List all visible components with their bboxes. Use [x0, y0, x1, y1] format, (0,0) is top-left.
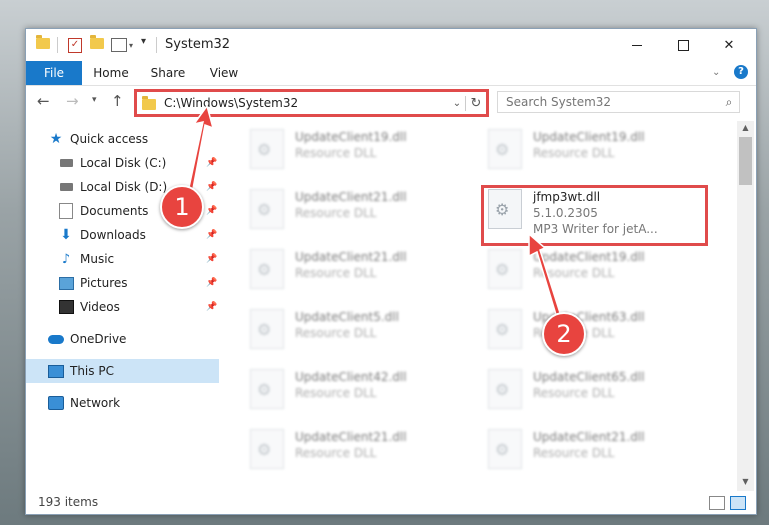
- sidebar-item-pictures[interactable]: Pictures 📌: [26, 271, 219, 295]
- file-highlight-box: [481, 185, 708, 246]
- drive-icon: [58, 179, 74, 195]
- sidebar-item-network[interactable]: Network: [26, 391, 219, 415]
- documents-icon: [58, 203, 74, 219]
- tiles-view-icon[interactable]: [730, 496, 746, 510]
- expand-ribbon-icon[interactable]: ⌄: [712, 67, 720, 78]
- sidebar-item-local-disk-c[interactable]: Local Disk (C:) 📌: [26, 151, 219, 175]
- list-item[interactable]: UpdateClient21.dllResource DLL: [250, 249, 460, 293]
- list-item[interactable]: UpdateClient5.dllResource DLL: [250, 309, 460, 353]
- sidebar-item-videos[interactable]: Videos 📌: [26, 295, 219, 319]
- dll-file-icon: [250, 189, 284, 229]
- refresh-icon[interactable]: ↻: [465, 95, 486, 111]
- dll-file-icon: [250, 129, 284, 169]
- pin-icon[interactable]: 📌: [206, 206, 217, 216]
- divider: [156, 37, 157, 53]
- list-item[interactable]: UpdateClient21.dllResource DLL: [250, 429, 460, 473]
- quick-access-dropdown-icon[interactable]: ▾: [141, 36, 146, 47]
- pin-icon[interactable]: 📌: [206, 230, 217, 240]
- cloud-icon: [48, 331, 64, 347]
- list-item[interactable]: UpdateClient19.dllResource DLL: [488, 129, 698, 173]
- address-bar[interactable]: C:\Windows\System32 ⌄ ↻: [134, 89, 489, 117]
- navigation-pane: ★ Quick access Local Disk (C:) 📌 Local D…: [26, 121, 219, 491]
- sidebar-item-quick-access[interactable]: ★ Quick access: [26, 127, 219, 151]
- back-arrow-icon[interactable]: ←: [37, 92, 50, 110]
- divider: [57, 37, 58, 53]
- dll-file-icon: [250, 249, 284, 289]
- close-button[interactable]: [706, 29, 752, 61]
- list-item[interactable]: UpdateClient19.dllResource DLL: [250, 129, 460, 173]
- drive-icon: [58, 155, 74, 171]
- scroll-up-icon[interactable]: ▲: [737, 123, 754, 132]
- step-2-badge: 2: [542, 312, 586, 356]
- scroll-down-icon[interactable]: ▼: [737, 477, 754, 486]
- pin-icon[interactable]: 📌: [206, 254, 217, 264]
- minimize-button[interactable]: [614, 29, 660, 61]
- folder-icon: [142, 96, 156, 110]
- dll-file-icon: [250, 309, 284, 349]
- dll-file-icon: [488, 429, 522, 469]
- network-icon: [48, 395, 64, 411]
- tab-view[interactable]: View: [204, 61, 244, 85]
- new-folder-icon[interactable]: [90, 35, 104, 49]
- window-title: System32: [165, 37, 231, 52]
- star-icon: ★: [49, 131, 63, 147]
- list-item[interactable]: UpdateClient42.dllResource DLL: [250, 369, 460, 413]
- search-box[interactable]: ⌕: [497, 91, 740, 113]
- properties-check-icon[interactable]: ✓: [68, 38, 82, 53]
- address-path: C:\Windows\System32: [164, 96, 299, 110]
- dll-file-icon: [488, 369, 522, 409]
- recent-locations-icon[interactable]: ▾: [92, 95, 97, 105]
- ribbon: File Home Share View ⌄ ?: [26, 61, 756, 86]
- tab-share[interactable]: Share: [146, 61, 190, 85]
- vertical-scrollbar[interactable]: ▲ ▼: [737, 121, 754, 491]
- dll-file-icon: [488, 309, 522, 349]
- list-item[interactable]: UpdateClient63.dllResource DLL: [488, 309, 698, 353]
- navigation-bar: ← → ▾ ↑ C:\Windows\System32 ⌄ ↻ ⌕: [26, 86, 756, 118]
- scrollbar-thumb[interactable]: [739, 137, 752, 185]
- status-bar: 193 items: [26, 491, 756, 514]
- computer-icon: [48, 363, 64, 379]
- list-item[interactable]: UpdateClient21.dllResource DLL: [488, 429, 698, 473]
- up-arrow-icon[interactable]: ↑: [111, 92, 124, 110]
- details-view-icon[interactable]: [709, 496, 725, 510]
- list-item[interactable]: UpdateClient21.dllResource DLL: [250, 189, 460, 233]
- search-input[interactable]: [498, 94, 719, 110]
- tab-home[interactable]: Home: [88, 61, 134, 85]
- dll-file-icon: [488, 249, 522, 289]
- step-1-badge: 1: [160, 185, 204, 229]
- sidebar-item-this-pc[interactable]: This PC: [26, 359, 219, 383]
- download-icon: ⬇: [60, 227, 72, 243]
- sidebar-item-onedrive[interactable]: OneDrive: [26, 327, 219, 351]
- search-icon[interactable]: ⌕: [719, 95, 739, 110]
- customize-toolbar-icon[interactable]: ▾: [111, 38, 133, 52]
- dll-file-icon: [488, 129, 522, 169]
- tab-file[interactable]: File: [26, 61, 82, 85]
- explorer-window: ✓ ▾ ▾ System32 File Home Share View ⌄ ? …: [25, 28, 757, 515]
- pin-icon[interactable]: 📌: [206, 158, 217, 168]
- list-item[interactable]: UpdateClient19.dllResource DLL: [488, 249, 698, 293]
- dll-file-icon: [250, 369, 284, 409]
- item-count: 193 items: [38, 495, 99, 509]
- address-dropdown-icon[interactable]: ⌄: [449, 98, 465, 109]
- pin-icon[interactable]: 📌: [206, 278, 217, 288]
- videos-icon: [58, 299, 74, 315]
- pictures-icon: [58, 275, 74, 291]
- maximize-button[interactable]: [660, 29, 706, 61]
- music-icon: ♪: [61, 251, 71, 267]
- dll-file-icon: [250, 429, 284, 469]
- title-bar: ✓ ▾ ▾ System32: [26, 29, 756, 61]
- list-item[interactable]: UpdateClient65.dllResource DLL: [488, 369, 698, 413]
- pin-icon[interactable]: 📌: [206, 302, 217, 312]
- forward-arrow-icon[interactable]: →: [66, 92, 79, 110]
- help-icon[interactable]: ?: [734, 65, 748, 79]
- pin-icon[interactable]: 📌: [206, 182, 217, 192]
- sidebar-item-music[interactable]: ♪ Music 📌: [26, 247, 219, 271]
- file-list: UpdateClient19.dllResource DLL UpdateCli…: [219, 121, 737, 491]
- folder-icon: [36, 35, 50, 49]
